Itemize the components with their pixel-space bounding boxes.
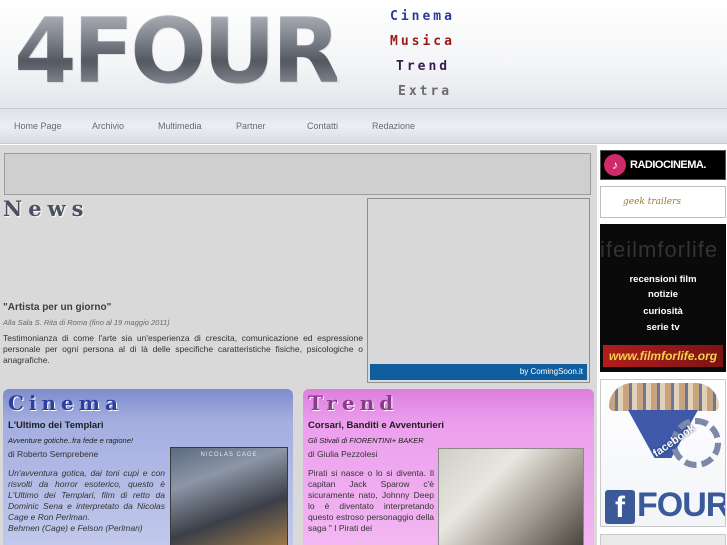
site-header: 4FOUR Cinema Musica Trend Extra	[0, 0, 727, 108]
nav-item-redazione[interactable]: Redazione	[372, 121, 415, 131]
video-credit-bar: by ComingSoon.it	[370, 364, 587, 380]
site-logo[interactable]: 4FOUR	[14, 6, 341, 98]
music-note-icon: ♪	[604, 154, 626, 176]
trend-author: di Giulia Pezzolesi	[308, 449, 378, 459]
video-widget[interactable]: by ComingSoon.it	[367, 198, 590, 383]
nav-item-partner[interactable]: Partner	[236, 121, 266, 131]
radiocinema-label: RADIOCINEMA.	[630, 159, 706, 171]
filmforlife-banner[interactable]: ifeilmforlife recensioni film notizie cu…	[600, 224, 726, 372]
cinema-text-more: Behmen (Cage) e Felson (Perlman)	[8, 523, 143, 533]
geek-trailers-label: geek trailers	[623, 197, 682, 207]
radiocinema-banner[interactable]: ♪ RADIOCINEMA.	[600, 150, 726, 180]
nav-item-home[interactable]: Home Page	[14, 121, 62, 131]
cinema-poster-image[interactable]: NICOLAS CAGE	[170, 447, 288, 545]
cinema-author: di Roberto Semprebene	[8, 449, 99, 459]
cinema-headline[interactable]: L'Ultimo dei Templari	[8, 420, 104, 431]
video-credit[interactable]: by ComingSoon.it	[520, 367, 583, 376]
header-link-extra[interactable]: Extra	[398, 84, 452, 99]
filmforlife-background-text: ifeilmforlife	[600, 237, 719, 262]
filmforlife-line-recensioni: recensioni film	[629, 274, 697, 285]
trend-subtitle: Gli Stivali di FIORENTINI+ BAKER	[308, 436, 424, 445]
nav-item-contatti[interactable]: Contatti	[307, 121, 338, 131]
news-section-title: News	[3, 196, 90, 221]
nav-item-multimedia[interactable]: Multimedia	[158, 121, 202, 131]
facebook-four-brand: FOUR	[637, 486, 726, 524]
trend-section-title: Trend	[308, 391, 399, 415]
news-subtitle: Alla Sala S. Rita di Roma (fino al 19 ma…	[3, 318, 170, 327]
trend-text: Pirati si nasce o lo si diventa. Il capi…	[308, 468, 434, 533]
nav-item-archivio[interactable]: Archivio	[92, 121, 124, 131]
cinema-box: Cinema L'Ultimo dei Templari Avventure g…	[3, 389, 293, 545]
banner-placeholder[interactable]	[4, 153, 591, 195]
trend-boots-image[interactable]	[438, 448, 584, 545]
geek-trailers-banner[interactable]: geek trailers	[600, 186, 726, 218]
header-link-cinema[interactable]: Cinema	[390, 9, 455, 24]
crowd-illustration	[609, 383, 719, 411]
trend-box: Trend Corsari, Banditi e Avventurieri Gl…	[303, 389, 594, 545]
main-nav: Home Page Archivio Multimedia Partner Co…	[0, 108, 727, 144]
cinema-text: Un'avventura gotica, dai toni cupi e con…	[8, 468, 165, 534]
cinema-poster-text: NICOLAS CAGE	[200, 452, 258, 458]
news-headline[interactable]: "Artista per un giorno"	[3, 302, 111, 313]
header-link-musica[interactable]: Musica	[390, 34, 455, 49]
facebook-f-icon: f	[605, 490, 635, 524]
trend-headline[interactable]: Corsari, Banditi e Avventurieri	[308, 420, 444, 431]
cinema-section-title: Cinema	[8, 391, 123, 415]
filmforlife-line-curiosita: curiosità	[643, 306, 683, 317]
filmforlife-line-notizie: notizie	[647, 289, 679, 300]
filmforlife-url: www.filmforlife.org	[603, 345, 723, 367]
header-link-trend[interactable]: Trend	[396, 59, 450, 74]
cinema-subtitle: Avventure gotiche..fra fede e ragione!	[8, 436, 133, 445]
facebook-banner[interactable]: facebook f FOUR	[600, 379, 726, 527]
cinema-text-main: Un'avventura gotica, dai toni cupi e con…	[8, 468, 165, 522]
news-body: Testimonianza di come l'arte sia un'espe…	[3, 333, 363, 365]
sidebar-next-banner[interactable]	[600, 534, 726, 545]
filmforlife-line-serie-tv: serie tv	[646, 322, 680, 333]
